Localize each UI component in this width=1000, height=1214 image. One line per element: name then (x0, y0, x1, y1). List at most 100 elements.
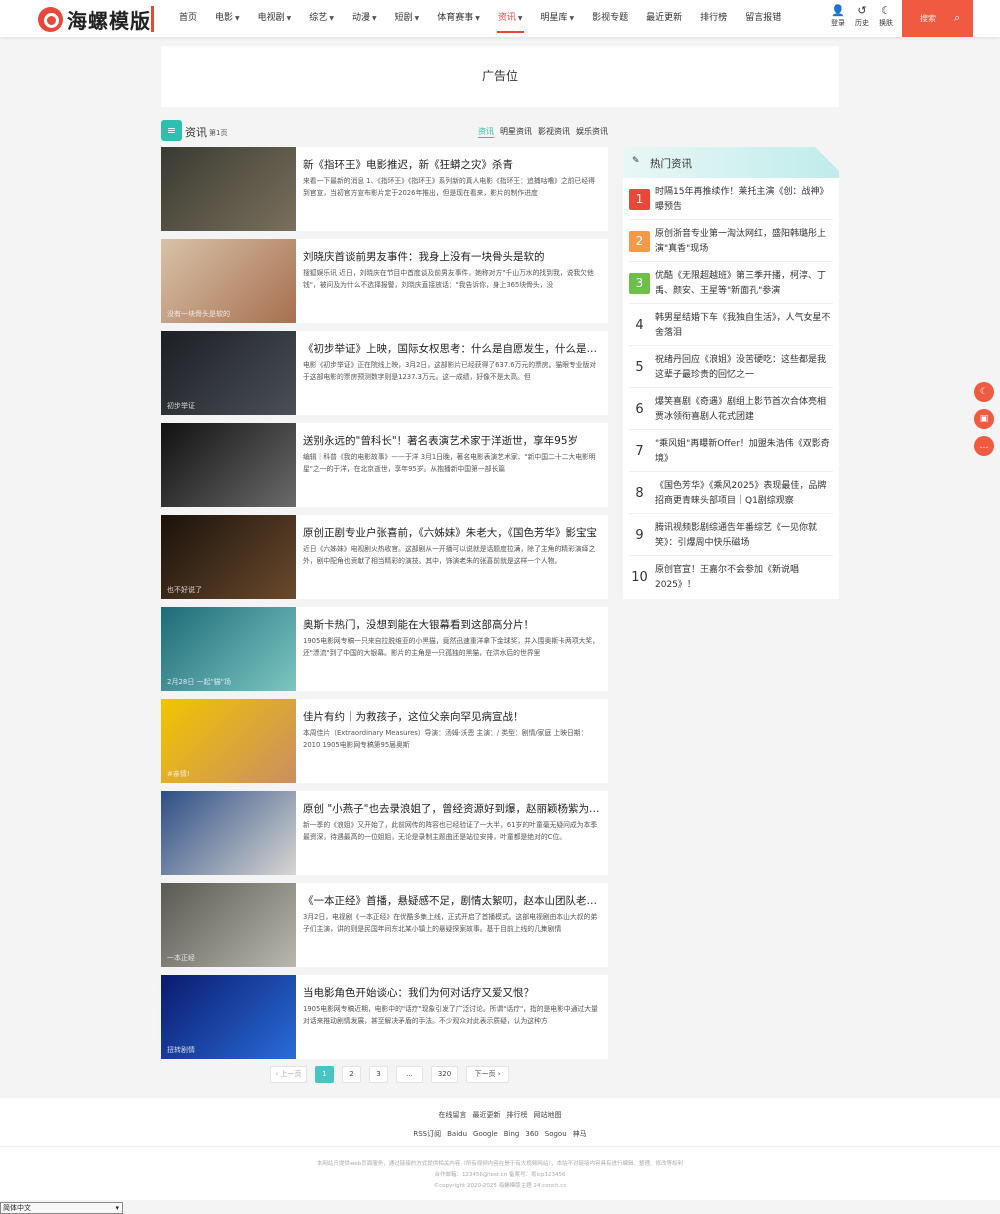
footer-link[interactable]: Bing (504, 1130, 520, 1138)
hot-news-text[interactable]: 爆笑喜剧《奇遇》剧组上影节首次合体亮相 贾冰领衔喜剧人花式团建 (655, 395, 831, 425)
caret-down-icon: ▼ (371, 15, 377, 22)
page-number[interactable]: 3 (369, 1066, 388, 1083)
chat-icon[interactable]: … (974, 436, 994, 456)
article-title[interactable]: 刘晓庆首谈前男友事件：我身上没有一块骨头是软的 (303, 249, 601, 264)
article-thumbnail[interactable]: #亲情! (161, 699, 296, 783)
footer-link[interactable]: 神马 (573, 1130, 587, 1138)
hot-news-item[interactable]: 2 原创浙音专业第一淘汰网红，盛阳韩璐彤上演"真香"现场 (629, 220, 833, 262)
nav-item-label: 体育赛事 (437, 13, 474, 23)
footer-link[interactable]: 最近更新 (473, 1111, 501, 1119)
nav-item[interactable]: 综艺 ▼ (300, 0, 343, 37)
book-icon[interactable]: ▣ (974, 409, 994, 429)
hot-news-text[interactable]: 祝绪丹回应《浪姐》没苦硬吃：这些都是我这辈子最珍贵的回忆之一 (655, 353, 831, 383)
user-tool-button[interactable]: ☾ 换肤 (874, 4, 898, 28)
hot-news-item[interactable]: 6 爆笑喜剧《奇遇》剧组上影节首次合体亮相 贾冰领衔喜剧人花式团建 (629, 388, 833, 430)
site-logo[interactable]: 海螺模版 (38, 6, 151, 33)
caret-down-icon: ▼ (414, 15, 420, 22)
hot-news-text[interactable]: "乘风姐"再曝新Offer！加盟朱浩伟《双影奇境》 (655, 437, 831, 467)
nav-item[interactable]: 体育赛事 ▼ (428, 0, 489, 37)
hot-news-text[interactable]: 《国色芳华》《乘风2025》表现最佳，品牌招商更青睐头部项目｜Q1剧综观察 (655, 479, 831, 509)
hot-news-text[interactable]: 腾讯视频影剧综通告年番综艺《一见你就笑》：引爆周中快乐磁场 (655, 521, 831, 551)
article-card[interactable]: 初步举证 《初步举证》上映，国际女权思考：什么是自愿发生，什么是强迫？ 电影《初步举… (161, 331, 608, 415)
article-title[interactable]: 佳片有约｜为救孩子，这位父亲向罕见病宣战！ (303, 709, 601, 724)
footer-link[interactable]: 网站地图 (534, 1111, 562, 1119)
hot-news-item[interactable]: 9 腾讯视频影剧综通告年番综艺《一见你就笑》：引爆周中快乐磁场 (629, 514, 833, 556)
nav-item[interactable]: 电影 ▼ (206, 0, 249, 37)
page-number[interactable]: 1 (315, 1066, 334, 1083)
article-thumbnail[interactable]: 扭转剧情 (161, 975, 296, 1059)
article-title[interactable]: 奥斯卡热门，没想到能在大银幕看到这部高分片！ (303, 617, 601, 632)
footer-link[interactable]: Google (473, 1130, 498, 1138)
nav-item[interactable]: 明星库 ▼ (532, 0, 584, 37)
article-title[interactable]: 《一本正经》首播，悬疑感不足，剧情太絮叨，赵本山团队老戏骨都显 (303, 893, 601, 908)
ad-banner[interactable]: 广告位 (161, 46, 839, 107)
nav-item[interactable]: 排行榜 (691, 0, 736, 37)
hot-news-item[interactable]: 7 "乘风姐"再曝新Offer！加盟朱浩伟《双影奇境》 (629, 430, 833, 472)
article-card[interactable]: 扭转剧情 当电影角色开始谈心：我们为何对话疗又爱又恨？ 1905电影网专稿近期，电影… (161, 975, 608, 1059)
nav-item[interactable]: 影视专题 (583, 0, 637, 37)
category-tab[interactable]: 影视资讯 (538, 126, 570, 138)
article-card[interactable]: 送别永远的"曾科长"！著名表演艺术家于洋逝世，享年95岁 编辑｜科普《我的电影故事… (161, 423, 608, 507)
nav-item[interactable]: 电视剧 ▼ (249, 0, 301, 37)
footer-link[interactable]: 排行榜 (507, 1111, 528, 1119)
nav-item[interactable]: 首页 (170, 0, 206, 37)
moon-icon[interactable]: ☾ (974, 382, 994, 402)
hot-news-item[interactable]: 8 《国色芳华》《乘风2025》表现最佳，品牌招商更青睐头部项目｜Q1剧综观察 (629, 472, 833, 514)
hot-news-text[interactable]: 韩男星结婚下车《我独自生活》，人气女星不舍落泪 (655, 311, 831, 341)
nav-item[interactable]: 留言报错 (736, 0, 790, 37)
article-card[interactable]: 2月28日 一起"猫"场 奥斯卡热门，没想到能在大银幕看到这部高分片！ 1905电影… (161, 607, 608, 691)
article-thumbnail[interactable]: 也不好说了 (161, 515, 296, 599)
article-card[interactable]: #亲情! 佳片有约｜为救孩子，这位父亲向罕见病宣战！ 本周佳片（Extraordin… (161, 699, 608, 783)
nav-item[interactable]: 最近更新 (637, 0, 691, 37)
search-button[interactable]: 搜索 ⌕ (902, 0, 973, 37)
hot-news-text[interactable]: 原创浙音专业第一淘汰网红，盛阳韩璐彤上演"真香"现场 (655, 227, 831, 257)
hot-news-item[interactable]: 4 韩男星结婚下车《我独自生活》，人气女星不舍落泪 (629, 304, 833, 346)
category-tab[interactable]: 资讯 (478, 126, 494, 138)
prev-page-button[interactable]: ‹ 上一页 (270, 1066, 307, 1083)
article-title[interactable]: 原创正剧专业户张喜前，《六姊妹》朱老大，《国色芳华》影宝宝 (303, 525, 601, 540)
nav-item[interactable]: 资讯 ▼ (489, 0, 532, 37)
article-title[interactable]: 原创 "小燕子"也去录浪姐了，曾经资源好到爆，赵丽颖杨紫为其当配 (303, 801, 601, 816)
article-title[interactable]: 《初步举证》上映，国际女权思考：什么是自愿发生，什么是强迫？ (303, 341, 601, 356)
page-number[interactable]: 2 (342, 1066, 361, 1083)
article-title[interactable]: 新《指环王》电影推迟，新《狂蟒之灾》杀青 (303, 157, 601, 172)
article-thumbnail[interactable]: 初步举证 (161, 331, 296, 415)
hot-news-text[interactable]: 原创官宣！王嘉尔不会参加《新说唱2025》！ (655, 563, 831, 593)
category-tab[interactable]: 娱乐资讯 (576, 126, 608, 138)
user-tool-button[interactable]: ↺ 历史 (850, 4, 874, 28)
footer-link[interactable]: 在线留言 (439, 1111, 467, 1119)
hot-news-text[interactable]: 时隔15年再推续作！莱托主演《创：战神》曝预告 (655, 185, 831, 215)
hot-news-text[interactable]: 优酷《无限超越班》第三季开播，柯淳、丁禹、颜安、王星等"新面孔"参演 (655, 269, 831, 299)
next-page-button[interactable]: 下一页 › (466, 1066, 509, 1083)
category-tab[interactable]: 明星资讯 (500, 126, 532, 138)
nav-item-label: 首页 (179, 13, 198, 23)
article-card[interactable]: 没有一块骨头是软的 刘晓庆首谈前男友事件：我身上没有一块骨头是软的 搜狐娱乐讯 近日… (161, 239, 608, 323)
language-select[interactable]: 简体中文 ▾ (0, 1202, 123, 1214)
hot-news-item[interactable]: 1 时隔15年再推续作！莱托主演《创：战神》曝预告 (629, 178, 833, 220)
nav-item[interactable]: 动漫 ▼ (343, 0, 386, 37)
article-thumbnail[interactable]: 一本正经 (161, 883, 296, 967)
hot-news-item[interactable]: 10 原创官宣！王嘉尔不会参加《新说唱2025》！ (629, 556, 833, 598)
article-summary: 新一季的《浪姐》又开始了，此前网传的阵容也已经验证了一大半，61岁的叶童毫无疑问… (303, 821, 598, 841)
article-card[interactable]: 新《指环王》电影推迟，新《狂蟒之灾》杀青 来看一下最新的消息 1、《指环王》《指环… (161, 147, 608, 231)
hot-news-item[interactable]: 3 优酷《无限超越班》第三季开播，柯淳、丁禹、颜安、王星等"新面孔"参演 (629, 262, 833, 304)
article-title[interactable]: 送别永远的"曾科长"！著名表演艺术家于洋逝世，享年95岁 (303, 433, 601, 448)
article-thumbnail[interactable]: 2月28日 一起"猫"场 (161, 607, 296, 691)
article-card[interactable]: 也不好说了 原创正剧专业户张喜前，《六姊妹》朱老大，《国色芳华》影宝宝 近日《六姊妹… (161, 515, 608, 599)
footer-link[interactable]: RSS订阅 (413, 1130, 441, 1138)
article-card[interactable]: 一本正经 《一本正经》首播，悬疑感不足，剧情太絮叨，赵本山团队老戏骨都显 3月2日，… (161, 883, 608, 967)
article-thumbnail[interactable]: 没有一块骨头是软的 (161, 239, 296, 323)
nav-item[interactable]: 短剧 ▼ (386, 0, 429, 37)
hot-news-item[interactable]: 5 祝绪丹回应《浪姐》没苦硬吃：这些都是我这辈子最珍贵的回忆之一 (629, 346, 833, 388)
footer-link[interactable]: 360 (525, 1130, 538, 1138)
article-thumbnail[interactable] (161, 423, 296, 507)
article-title[interactable]: 当电影角色开始谈心：我们为何对话疗又爱又恨？ (303, 985, 601, 1000)
article-thumbnail[interactable] (161, 147, 296, 231)
article-card[interactable]: 原创 "小燕子"也去录浪姐了，曾经资源好到爆，赵丽颖杨紫为其当配新一季的《浪姐》… (161, 791, 608, 875)
footer-link[interactable]: Baidu (447, 1130, 467, 1138)
rank-badge: 3 (629, 273, 650, 294)
user-tool-button[interactable]: 👤 登录 (826, 4, 850, 28)
article-thumbnail[interactable] (161, 791, 296, 875)
page-number[interactable]: 320 (431, 1066, 458, 1083)
footer-link[interactable]: Sogou (545, 1130, 567, 1138)
